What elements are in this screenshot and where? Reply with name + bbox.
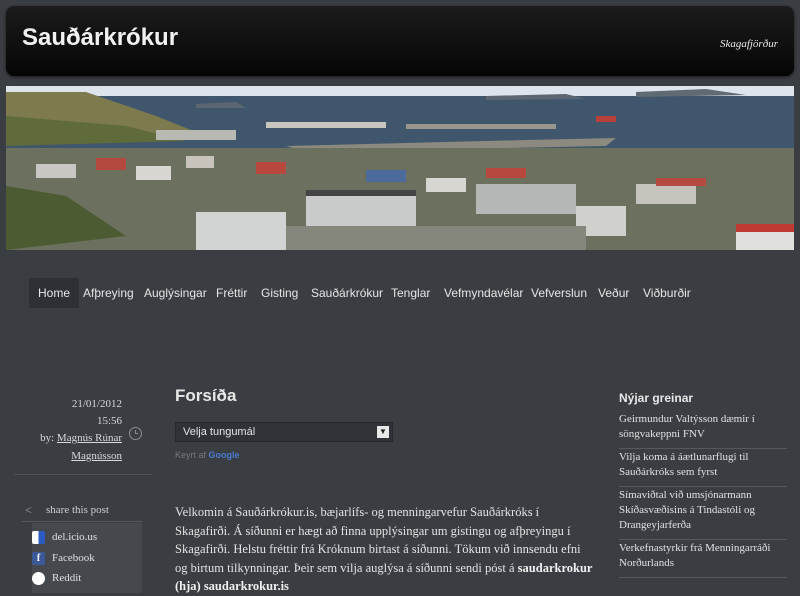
post-info-column: 21/01/2012 15:56 by: Magnús Rúnar Magnús… (14, 384, 157, 593)
share-heading: < share this post (22, 499, 142, 522)
nav-item-vefverslun[interactable]: Vefverslun (522, 278, 596, 308)
recent-posts-sidebar: Nýjar greinar Geirmundur Valtýsson dæmir… (609, 384, 789, 585)
post-author-line2: Magnússon (71, 450, 122, 462)
nav-item-frettir[interactable]: Fréttir (207, 278, 256, 308)
nav-item-gisting[interactable]: Gisting (252, 278, 307, 308)
page-title: Forsíða (175, 386, 237, 405)
recent-post-link[interactable]: Geirmundur Valtýsson dæmir í söngvakeppn… (619, 412, 787, 449)
nav-item-afthreying[interactable]: Afþreying (74, 278, 143, 308)
nav-item-vidburdir[interactable]: Viðburðir (634, 278, 700, 308)
post-meta: 21/01/2012 15:56 by: Magnús Rúnar Magnús… (14, 384, 152, 475)
site-title[interactable]: Sauðárkrókur (22, 24, 178, 52)
post-date: 21/01/2012 (71, 398, 122, 410)
nav-item-auglysingar[interactable]: Auglýsingar (135, 278, 216, 308)
powered-by-google: Keyrt af Google (175, 450, 240, 460)
google-logo: Google (208, 450, 240, 460)
facebook-icon: f (32, 552, 45, 565)
author-link[interactable]: Magnús Rúnar (57, 432, 122, 444)
header-banner-image (6, 86, 794, 250)
by-label: by: (40, 432, 55, 444)
site-header: Sauðárkrókur Skagafjörður (6, 6, 794, 76)
recent-posts-heading: Nýjar greinar (619, 391, 694, 405)
nav-item-home[interactable]: Home (29, 278, 80, 308)
author-link-2[interactable]: Magnússon (71, 450, 122, 462)
share-box: < share this post del.icio.us f Facebook… (22, 499, 157, 593)
intro-paragraph: Velkomin á Sauðárkrókur.is, bæjarlífs- o… (175, 505, 593, 593)
town-harbor-photo (6, 86, 794, 250)
main-content: Forsíða Velja tungumál ▼ Keyrt af Google… (175, 384, 595, 593)
recent-post-link[interactable]: Vilja koma á áætlunarflugi til Sauðárkró… (619, 450, 787, 487)
language-select[interactable]: Velja tungumál ▼ (175, 422, 393, 442)
main-navigation: Home Afþreying Auglýsingar Fréttir Gisti… (0, 278, 800, 310)
post-author-line: by: Magnús Rúnar (40, 432, 122, 444)
recent-post-link[interactable]: Símaviðtal við umsjónarmann Skíðasvæðisi… (619, 488, 787, 540)
nav-item-tenglar[interactable]: Tenglar (382, 278, 439, 308)
chevron-down-icon: ▼ (377, 426, 389, 438)
nav-item-saudarkrokur[interactable]: Sauðárkrókur (302, 278, 392, 308)
site-tagline: Skagafjörður (719, 38, 778, 50)
post-time: 15:56 (96, 415, 122, 427)
clock-icon (129, 427, 142, 440)
share-icon: < (25, 503, 32, 517)
delicious-icon (32, 531, 45, 544)
nav-item-vedur[interactable]: Veður (589, 278, 638, 308)
nav-item-vefmyndavelar[interactable]: Vefmyndavélar (435, 278, 532, 308)
recent-post-link[interactable]: Verkefnastyrkir frá Menningarráði Norður… (619, 541, 787, 578)
reddit-icon (32, 572, 45, 585)
